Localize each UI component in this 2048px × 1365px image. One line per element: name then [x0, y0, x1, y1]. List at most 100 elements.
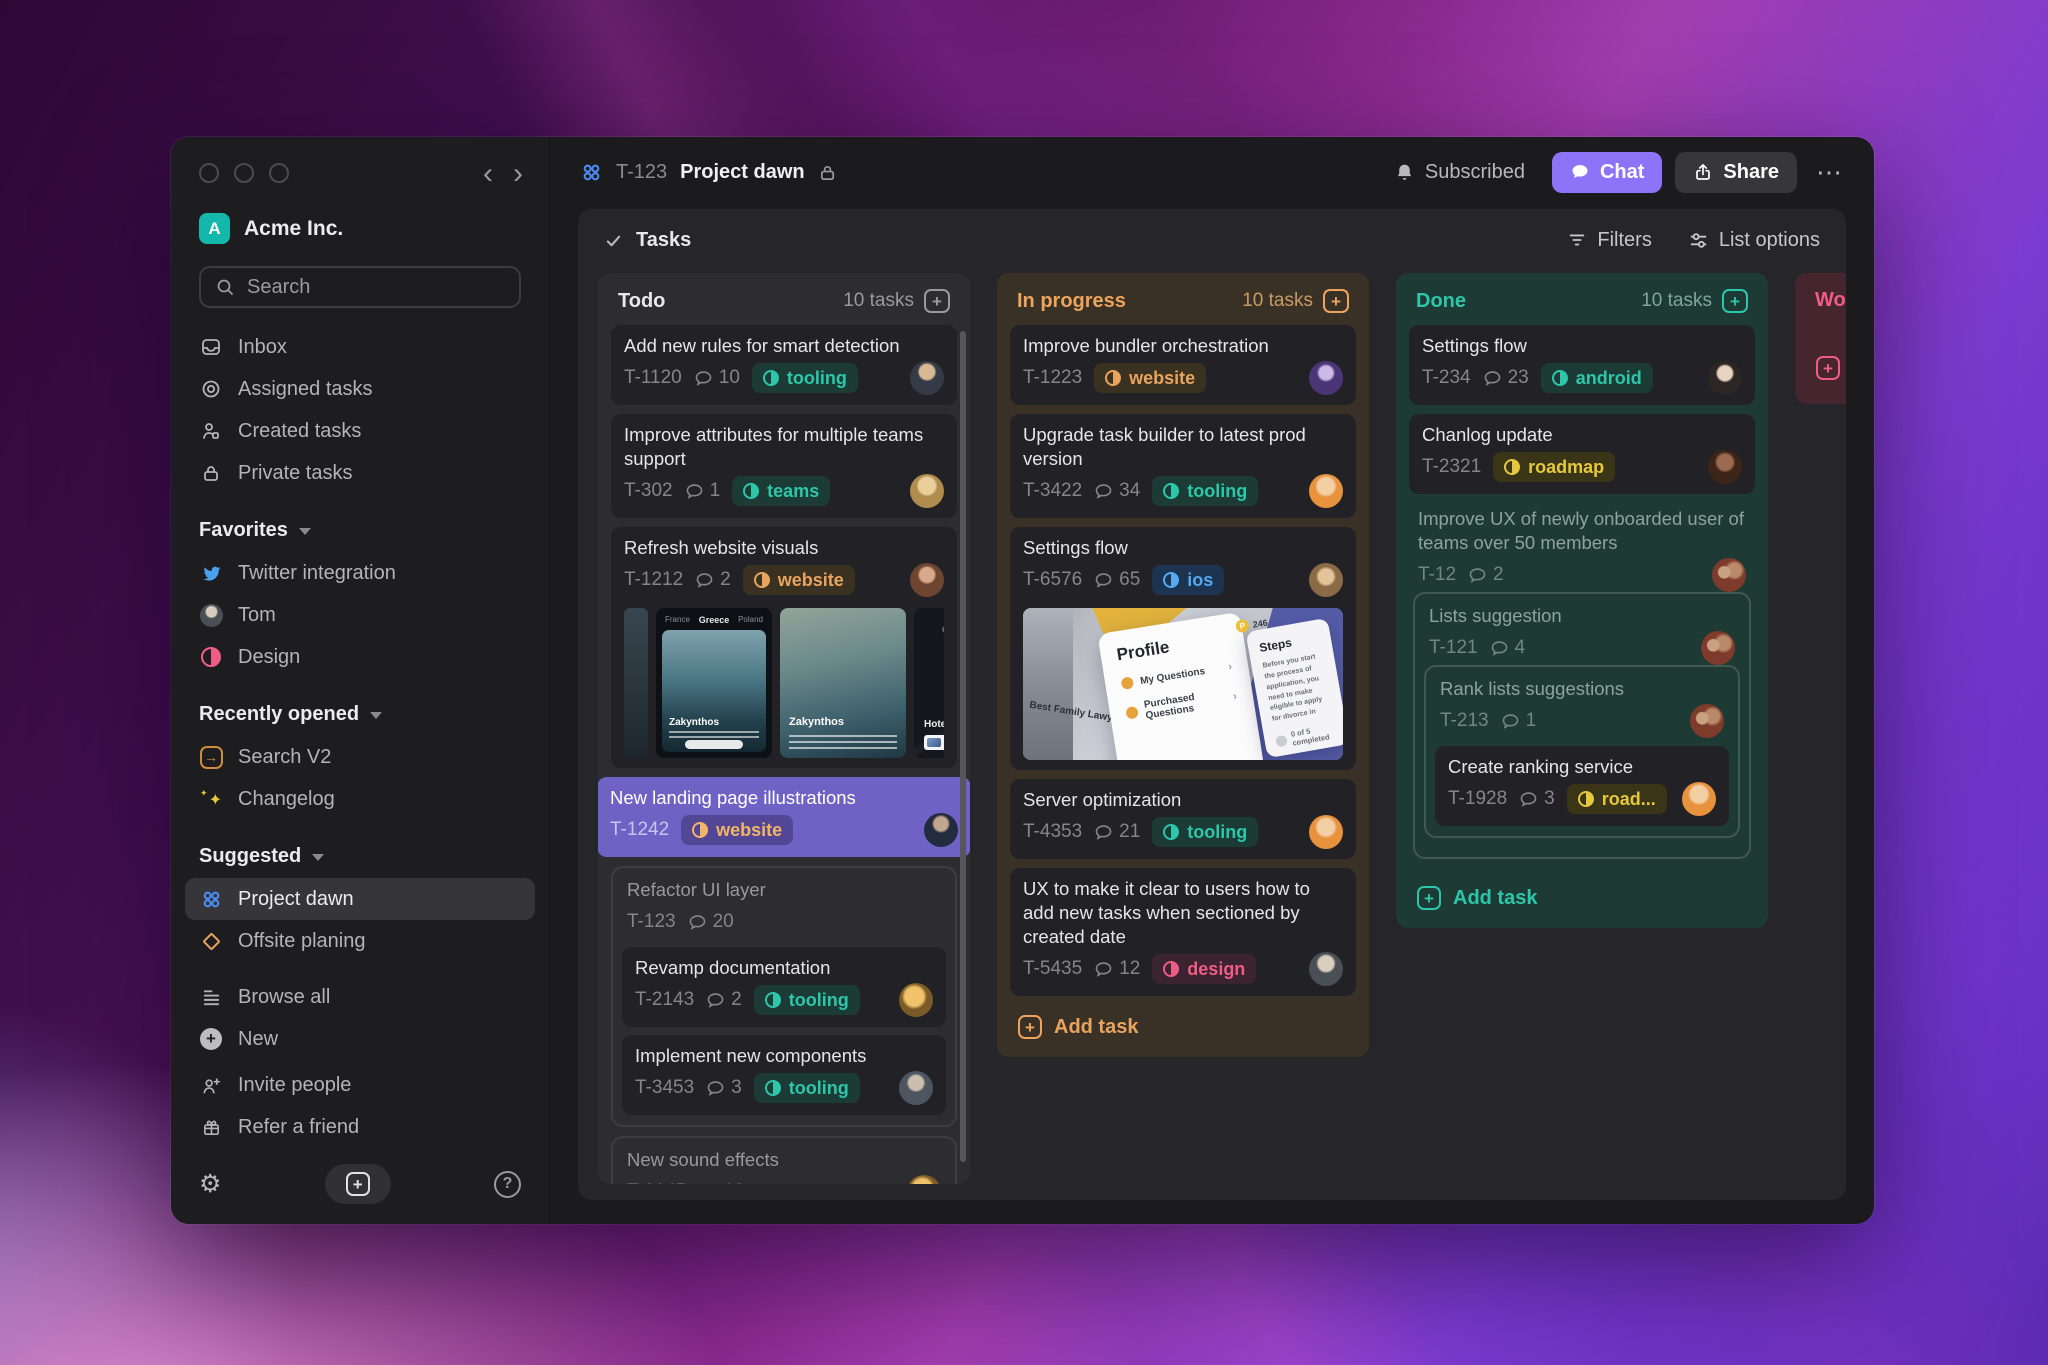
grid-icon	[199, 888, 223, 911]
task-group[interactable]: New sound effects T-2145 12 Spectral rev…	[611, 1136, 957, 1184]
task-card[interactable]: UX to make it clear to users how to add …	[1010, 868, 1356, 996]
task-card[interactable]: Improve bundler orchestration T-1223 web…	[1010, 325, 1356, 405]
tag-tooling[interactable]: tooling	[1152, 476, 1258, 506]
avatar[interactable]	[1701, 631, 1735, 665]
task-card[interactable]: Server optimization T-4353 21 tooling	[1010, 779, 1356, 859]
forward-chevron-icon[interactable]: ›	[513, 161, 523, 187]
add-task-icon[interactable]: +	[1722, 289, 1748, 313]
task-id: T-121	[1429, 637, 1478, 659]
chat-button[interactable]: Chat	[1552, 152, 1662, 193]
task-title: Improve bundler orchestration	[1023, 334, 1343, 358]
tag-tooling[interactable]: tooling	[754, 1073, 860, 1103]
avatar[interactable]	[1309, 474, 1343, 508]
tag-roadmap[interactable]: roadmap	[1493, 452, 1615, 482]
avatar[interactable]	[899, 983, 933, 1017]
sidebar-item-created-tasks[interactable]: Created tasks	[199, 410, 521, 452]
tag-tooling[interactable]: tooling	[752, 363, 858, 393]
task-card[interactable]: Create ranking service T-1928 3 road...	[1435, 746, 1729, 826]
tag-roadmap-truncated[interactable]: road...	[1567, 784, 1667, 814]
share-button[interactable]: Share	[1675, 152, 1797, 193]
avatar[interactable]	[899, 1071, 933, 1105]
tag-design[interactable]: design	[1152, 954, 1256, 984]
avatar[interactable]	[1309, 563, 1343, 597]
task-card[interactable]: Implement new components T-3453 3 toolin…	[622, 1035, 946, 1115]
sidebar-item-project-dawn[interactable]: Project dawn	[185, 878, 535, 920]
task-card[interactable]: Revamp documentation T-2143 2 tooling	[622, 947, 946, 1027]
tag-website[interactable]: website	[743, 565, 855, 595]
avatar[interactable]	[1712, 558, 1746, 592]
sidebar-item-new[interactable]: + New	[199, 1018, 521, 1060]
add-task-icon[interactable]: +	[1323, 289, 1349, 313]
avatar[interactable]	[910, 563, 944, 597]
tag-tooling[interactable]: tooling	[754, 985, 860, 1015]
avatar[interactable]	[1708, 361, 1742, 395]
avatar[interactable]	[1690, 704, 1724, 738]
comment-count: 34	[1094, 480, 1140, 502]
task-card-selected[interactable]: New landing page illustrations T-1242 we…	[598, 777, 970, 857]
task-group[interactable]: Improve UX of newly onboarded user of te…	[1409, 503, 1755, 872]
tag-website[interactable]: website	[1094, 363, 1206, 393]
task-card[interactable]: Refresh website visuals T-1212 2 website	[611, 527, 957, 768]
sidebar-item-private-tasks[interactable]: Private tasks	[199, 452, 521, 494]
window-zoom-button[interactable]	[269, 163, 289, 183]
task-card[interactable]: Upgrade task builder to latest prod vers…	[1010, 414, 1356, 518]
sidebar-item-inbox[interactable]: Inbox	[199, 326, 521, 368]
sidebar-item-invite-people[interactable]: Invite people	[199, 1064, 521, 1106]
subscribed-toggle[interactable]: Subscribed	[1394, 161, 1525, 184]
tag-ios[interactable]: ios	[1152, 565, 1224, 595]
tag-android[interactable]: android	[1541, 363, 1653, 393]
window-close-button[interactable]	[199, 163, 219, 183]
sidebar-item-assigned-tasks[interactable]: Assigned tasks	[199, 368, 521, 410]
task-group[interactable]: Rank lists suggestions T-213 1 Create ra…	[1424, 665, 1740, 838]
search-input[interactable]	[247, 276, 505, 299]
add-task-button[interactable]: + A	[1808, 346, 1846, 390]
window-minimize-button[interactable]	[234, 163, 254, 183]
avatar[interactable]	[1682, 782, 1716, 816]
filters-button[interactable]: Filters	[1567, 229, 1651, 252]
avatar[interactable]	[924, 813, 958, 847]
section-recently-opened[interactable]: Recently opened	[199, 692, 521, 736]
attachment-mockup[interactable]: Best Family Lawyer P246 Profile My Quest…	[1023, 608, 1343, 760]
attachment-thumbnails[interactable]: FranceGreecePoland Zakynthos Zakynthos H…	[624, 608, 944, 758]
more-options-icon[interactable]: ⋯	[1816, 157, 1844, 188]
section-suggested[interactable]: Suggested	[199, 834, 521, 878]
section-favorites[interactable]: Favorites	[199, 508, 521, 552]
add-task-icon[interactable]: +	[924, 289, 950, 313]
add-task-button[interactable]: + Add task	[1409, 876, 1755, 914]
sidebar-item-design[interactable]: Design	[199, 636, 521, 678]
new-task-pill-button[interactable]: +	[325, 1164, 391, 1204]
sidebar-item-changelog[interactable]: ✦✦ Changelog	[199, 778, 521, 820]
add-task-button[interactable]: + Add task	[1010, 1005, 1356, 1043]
column-scrollbar[interactable]	[960, 331, 966, 1162]
task-card[interactable]: Settings flow T-234 23 android	[1409, 325, 1755, 405]
sidebar-item-tom[interactable]: Tom	[199, 594, 521, 636]
sidebar-item-twitter-integration[interactable]: Twitter integration	[199, 552, 521, 594]
task-group[interactable]: Refactor UI layer T-123 20 Revamp docume…	[611, 866, 957, 1127]
sidebar-item-offsite-planing[interactable]: Offsite planing	[199, 920, 521, 962]
task-card[interactable]: Improve attributes for multiple teams su…	[611, 414, 957, 518]
sidebar-item-label: Design	[238, 646, 300, 669]
tag-website[interactable]: website	[681, 815, 793, 845]
sidebar-item-refer-a-friend[interactable]: Refer a friend	[199, 1106, 521, 1148]
task-card[interactable]: Chanlog update T-2321 roadmap	[1409, 414, 1755, 494]
avatar[interactable]	[910, 361, 944, 395]
gear-icon[interactable]: ⚙	[199, 1169, 221, 1199]
task-group[interactable]: Lists suggestion T-121 4 Rank lists sugg…	[1413, 592, 1751, 859]
task-card[interactable]: Settings flow T-6576 65 ios	[1010, 527, 1356, 770]
avatar[interactable]	[1309, 361, 1343, 395]
tag-tooling[interactable]: tooling	[1152, 817, 1258, 847]
avatar[interactable]	[910, 474, 944, 508]
help-icon[interactable]: ?	[494, 1171, 521, 1198]
avatar[interactable]	[1309, 952, 1343, 986]
tag-teams[interactable]: teams	[732, 476, 830, 506]
workspace-switcher[interactable]: A Acme Inc.	[199, 213, 521, 244]
avatar[interactable]	[1708, 450, 1742, 484]
avatar[interactable]	[907, 1175, 941, 1184]
task-card[interactable]: Add new rules for smart detection T-1120…	[611, 325, 957, 405]
sidebar-item-search-v2[interactable]: → Search V2	[199, 736, 521, 778]
back-chevron-icon[interactable]: ‹	[483, 161, 493, 187]
avatar[interactable]	[1309, 815, 1343, 849]
search-box[interactable]	[199, 266, 521, 308]
sidebar-item-browse-all[interactable]: Browse all	[199, 976, 521, 1018]
list-options-button[interactable]: List options	[1688, 229, 1820, 252]
